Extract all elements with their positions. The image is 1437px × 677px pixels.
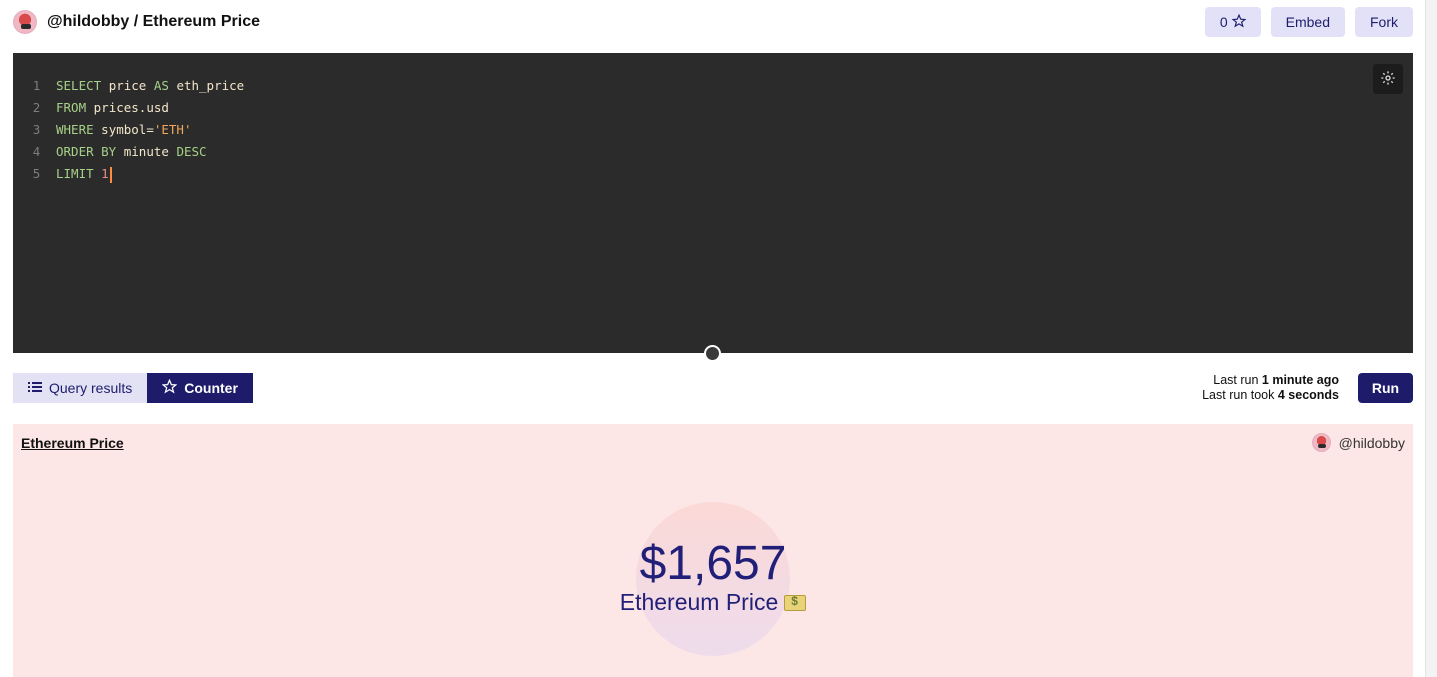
sql-keyword: FROM	[56, 100, 87, 115]
editor-settings-button[interactable]	[1373, 64, 1403, 94]
breadcrumb-owner[interactable]: @hildobby	[47, 13, 129, 30]
editor-resize-handle[interactable]	[704, 345, 721, 362]
sql-identifier: price	[108, 78, 147, 93]
sql-identifier: prices.usd	[93, 100, 169, 115]
last-run-line: Last run 1 minute ago	[1202, 373, 1339, 388]
line-number: 2	[32, 100, 41, 115]
sql-identifier: minute	[123, 144, 169, 159]
line-number: 1	[32, 78, 41, 93]
sql-string: 'ETH'	[153, 122, 192, 137]
counter-label: Ethereum Price	[13, 589, 1413, 616]
embed-button[interactable]: Embed	[1270, 7, 1345, 37]
owner-name: @hildobby	[1338, 434, 1405, 451]
run-status: Last run 1 minute ago Last run took 4 se…	[1202, 373, 1339, 403]
run-duration-line: Last run took 4 seconds	[1202, 388, 1339, 403]
sql-identifier: symbol=	[101, 122, 154, 137]
line-number: 5	[32, 166, 41, 181]
run-duration-value: 4 seconds	[1277, 388, 1339, 402]
code-line: 4 ORDER BY minute DESC	[13, 141, 244, 163]
avatar	[1311, 433, 1331, 452]
breadcrumb: @hildobby / Ethereum Price	[13, 10, 260, 34]
header-actions: 0 Embed Fork	[1204, 7, 1413, 37]
tab-label: Counter	[184, 380, 238, 396]
star-icon	[1231, 13, 1246, 31]
page-title: @hildobby / Ethereum Price	[47, 13, 260, 31]
sql-keyword: SELECT	[56, 78, 102, 93]
code-line: 3 WHERE symbol='ETH'	[13, 119, 244, 141]
text-cursor	[109, 166, 112, 183]
scrollbar[interactable]	[1425, 0, 1437, 677]
breadcrumb-separator: /	[129, 13, 143, 30]
visualization-title-link[interactable]: Ethereum Price	[21, 435, 124, 451]
code-line: 2 FROM prices.usd	[13, 97, 244, 119]
last-run-value: 1 minute ago	[1261, 373, 1339, 387]
line-number: 4	[32, 144, 41, 159]
counter-value: $1,657	[639, 537, 787, 590]
visualization-tabs: Query results Counter	[13, 373, 253, 403]
counter-visualization: Ethereum Price @hildobby $1,657 Ethereum…	[13, 424, 1413, 677]
avatar[interactable]	[13, 10, 37, 34]
page-header: @hildobby / Ethereum Price 0 Embed Fork	[13, 0, 1413, 44]
code-line: 5 LIMIT 1	[13, 163, 244, 185]
star-count: 0	[1219, 14, 1228, 30]
sql-keyword: LIMIT	[56, 166, 94, 181]
sql-keyword: WHERE	[56, 122, 94, 137]
sql-keyword: DESC	[176, 144, 207, 159]
sql-keyword: AS	[153, 78, 169, 93]
fork-button[interactable]: Fork	[1355, 7, 1413, 37]
list-icon	[28, 380, 42, 396]
code-line: 1 SELECT price AS eth_price	[13, 75, 244, 97]
money-icon	[784, 594, 807, 611]
run-button[interactable]: Run	[1358, 373, 1413, 403]
sql-identifier: eth_price	[176, 78, 245, 93]
tab-counter[interactable]: Counter	[147, 373, 253, 403]
counter-label-text: Ethereum Price	[619, 589, 779, 615]
sql-keyword: ORDER BY	[56, 144, 117, 159]
line-number: 3	[32, 122, 41, 137]
run-duration-prefix: Last run took	[1202, 388, 1278, 402]
tab-query-results[interactable]: Query results	[13, 373, 148, 403]
sql-number: 1	[101, 166, 109, 181]
star-button[interactable]: 0	[1204, 7, 1261, 37]
tab-label: Query results	[49, 380, 133, 396]
breadcrumb-query-title: Ethereum Price	[142, 13, 260, 30]
last-run-prefix: Last run	[1213, 373, 1262, 387]
query-page: @hildobby / Ethereum Price 0 Embed Fork …	[0, 0, 1437, 677]
star-icon	[161, 378, 178, 397]
sql-editor[interactable]: 1 SELECT price AS eth_price 2 FROM price…	[13, 53, 1413, 353]
visualization-owner[interactable]: @hildobby	[1311, 433, 1405, 452]
code-lines: 1 SELECT price AS eth_price 2 FROM price…	[13, 75, 244, 185]
gear-icon	[1380, 70, 1396, 89]
